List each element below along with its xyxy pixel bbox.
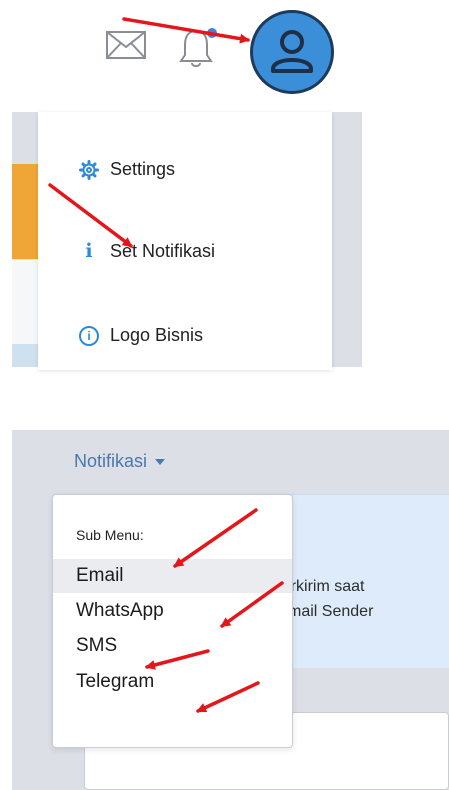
submenu-item-whatsapp[interactable]: WhatsApp (53, 594, 292, 628)
menu-item-settings[interactable]: Settings (78, 159, 175, 180)
submenu-item-telegram[interactable]: Telegram (53, 665, 292, 699)
profile-menu: Settings i Set Notifikasi i Logo Bisnis (38, 112, 332, 370)
header-icons-panel (0, 0, 449, 110)
submenu-item-email[interactable]: Email (53, 559, 292, 593)
mail-icon[interactable] (106, 30, 146, 60)
submenu-item-sms[interactable]: SMS (53, 629, 292, 663)
caret-down-icon (155, 458, 166, 465)
menu-item-logo-bisnis[interactable]: i Logo Bisnis (78, 325, 203, 346)
menu-item-set-notifikasi[interactable]: i Set Notifikasi (78, 240, 215, 262)
avatar-button[interactable] (250, 10, 334, 94)
notifikasi-panel: Notifikasi n terkirim saat n Email Sende… (0, 430, 449, 790)
menu-item-label: Logo Bisnis (110, 325, 204, 345)
profile-dropdown-panel: Settings i Set Notifikasi i Logo Bisnis (0, 112, 449, 372)
user-icon (271, 30, 313, 73)
menu-item-label: Set Notifikasi (110, 240, 216, 261)
notifikasi-dropdown-toggle[interactable]: Notifikasi (74, 451, 166, 472)
notifikasi-label: Notifikasi (74, 451, 148, 471)
notification-dot (207, 28, 217, 38)
menu-item-label: Settings (110, 159, 176, 179)
info-circle-icon: i (79, 325, 99, 346)
gear-icon (78, 159, 100, 180)
notifikasi-submenu: Sub Menu: Email WhatsApp SMS Telegram (52, 494, 293, 748)
info-icon: i (85, 240, 93, 262)
submenu-header: Sub Menu: (76, 527, 144, 543)
